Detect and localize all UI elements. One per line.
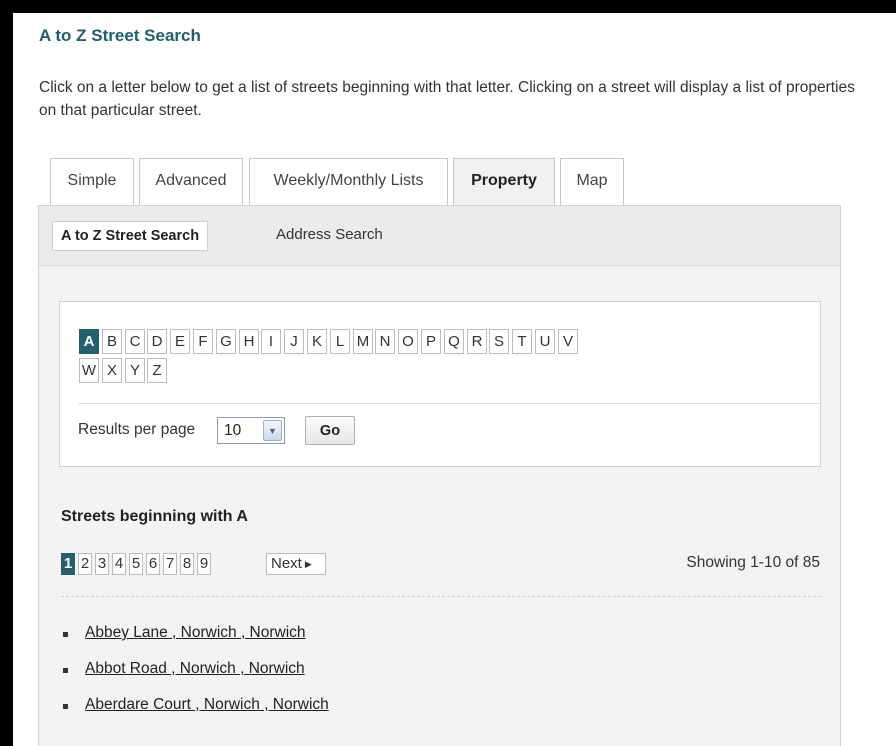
letter-z[interactable]: Z <box>147 358 167 383</box>
intro-text: Click on a letter below to get a list of… <box>39 79 855 119</box>
go-button[interactable]: Go <box>305 416 355 445</box>
letter-selector-box: ABCDEFGHIJKLMNOPQRSTUV WXYZ Results per p… <box>59 301 821 467</box>
page-7-link[interactable]: 7 <box>163 553 177 575</box>
page-2-link[interactable]: 2 <box>78 553 92 575</box>
letter-f[interactable]: F <box>193 329 213 354</box>
subtab-address-search[interactable]: Address Search <box>276 221 383 251</box>
results-count: Showing 1-10 of 85 <box>686 554 820 571</box>
tab-simple[interactable]: Simple <box>50 158 134 205</box>
bullet-icon <box>63 704 68 709</box>
arrow-right-icon: ▶ <box>304 559 312 569</box>
page-3-link[interactable]: 3 <box>95 553 109 575</box>
page-frame: A to Z Street Search Click on a letter b… <box>13 13 896 746</box>
subtab-a-to-z-street-search[interactable]: A to Z Street Search <box>52 221 209 251</box>
page-4-link[interactable]: 4 <box>112 553 126 575</box>
tab-weekly-monthly-lists[interactable]: Weekly/Monthly Lists <box>249 158 448 205</box>
letter-c[interactable]: C <box>125 329 145 354</box>
divider <box>78 403 820 404</box>
letter-w[interactable]: W <box>79 358 99 383</box>
letter-x[interactable]: X <box>102 358 122 383</box>
page-title: A to Z Street Search <box>39 26 201 45</box>
page-8-link[interactable]: 8 <box>180 553 194 575</box>
page-1-link[interactable]: 1 <box>61 553 75 575</box>
page-6-link[interactable]: 6 <box>146 553 160 575</box>
street-link[interactable]: Abbey Lane , Norwich , Norwich <box>85 624 306 642</box>
letter-q[interactable]: Q <box>444 329 464 354</box>
chevron-down-icon[interactable]: ▼ <box>263 420 282 441</box>
next-page-button[interactable]: Next ▶ <box>266 553 326 575</box>
letter-n[interactable]: N <box>375 329 395 354</box>
letter-u[interactable]: U <box>535 329 555 354</box>
letter-m[interactable]: M <box>353 329 373 354</box>
tab-property[interactable]: Property <box>453 158 555 205</box>
results-per-page-value: 10 <box>224 422 242 439</box>
bullet-icon <box>63 668 68 673</box>
search-panel: A to Z Street Search Address Search ABCD… <box>38 205 841 746</box>
letter-j[interactable]: J <box>284 329 304 354</box>
results-per-page-label: Results per page <box>78 421 196 438</box>
letter-p[interactable]: P <box>421 329 441 354</box>
letter-o[interactable]: O <box>398 329 418 354</box>
letter-t[interactable]: T <box>512 329 532 354</box>
page-5-link[interactable]: 5 <box>129 553 143 575</box>
letter-s[interactable]: S <box>489 329 509 354</box>
letter-i[interactable]: I <box>261 329 281 354</box>
street-link[interactable]: Abbot Road , Norwich , Norwich <box>85 660 305 678</box>
letter-l[interactable]: L <box>330 329 350 354</box>
letter-b[interactable]: B <box>102 329 122 354</box>
results-divider <box>61 596 821 597</box>
letter-a[interactable]: A <box>79 329 99 354</box>
page-9-link[interactable]: 9 <box>197 553 211 575</box>
letter-y[interactable]: Y <box>125 358 145 383</box>
letter-r[interactable]: R <box>467 329 487 354</box>
letter-v[interactable]: V <box>558 329 578 354</box>
letter-g[interactable]: G <box>216 329 236 354</box>
letter-h[interactable]: H <box>239 329 259 354</box>
letter-e[interactable]: E <box>170 329 190 354</box>
results-per-page-select[interactable]: 10 ▼ <box>217 417 285 444</box>
tab-advanced[interactable]: Advanced <box>139 158 243 205</box>
results-heading: Streets beginning with A <box>61 508 248 525</box>
letter-k[interactable]: K <box>307 329 327 354</box>
street-link[interactable]: Aberdare Court , Norwich , Norwich <box>85 696 329 714</box>
bullet-icon <box>63 632 68 637</box>
tab-map[interactable]: Map <box>560 158 624 205</box>
next-label: Next <box>271 555 302 572</box>
sub-navigation: A to Z Street Search Address Search <box>39 206 840 266</box>
letter-d[interactable]: D <box>147 329 167 354</box>
